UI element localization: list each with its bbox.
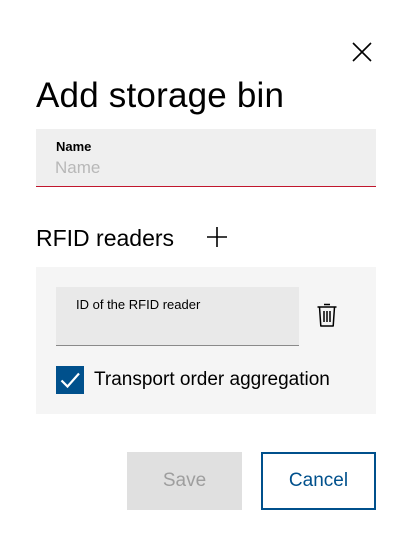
close-button[interactable] xyxy=(350,40,374,64)
checkmark-icon xyxy=(60,372,80,389)
cancel-button[interactable]: Cancel xyxy=(261,452,376,510)
add-storage-bin-dialog: Add storage bin Name RFID readers ID of … xyxy=(0,0,408,542)
name-field-label: Name xyxy=(56,139,92,154)
save-button[interactable]: Save xyxy=(127,452,242,510)
rfid-reader-id-label: ID of the RFID reader xyxy=(76,297,201,312)
dialog-title: Add storage bin xyxy=(36,76,285,115)
transport-order-aggregation-option[interactable]: Transport order aggregation xyxy=(56,366,330,394)
transport-order-aggregation-label: Transport order aggregation xyxy=(94,369,330,390)
delete-rfid-reader-button[interactable] xyxy=(315,302,339,328)
rfid-readers-heading: RFID readers xyxy=(36,225,175,251)
plus-icon xyxy=(207,227,227,247)
close-icon xyxy=(352,42,372,62)
add-rfid-reader-button[interactable] xyxy=(205,225,229,249)
trash-icon xyxy=(317,303,337,327)
name-field[interactable]: Name xyxy=(36,129,376,187)
rfid-readers-panel: ID of the RFID reader Transport order ag… xyxy=(36,267,376,414)
rfid-reader-id-input[interactable] xyxy=(75,315,285,339)
name-input[interactable] xyxy=(55,156,355,180)
rfid-reader-id-field[interactable]: ID of the RFID reader xyxy=(56,287,299,346)
transport-order-aggregation-checkbox[interactable] xyxy=(56,366,84,394)
